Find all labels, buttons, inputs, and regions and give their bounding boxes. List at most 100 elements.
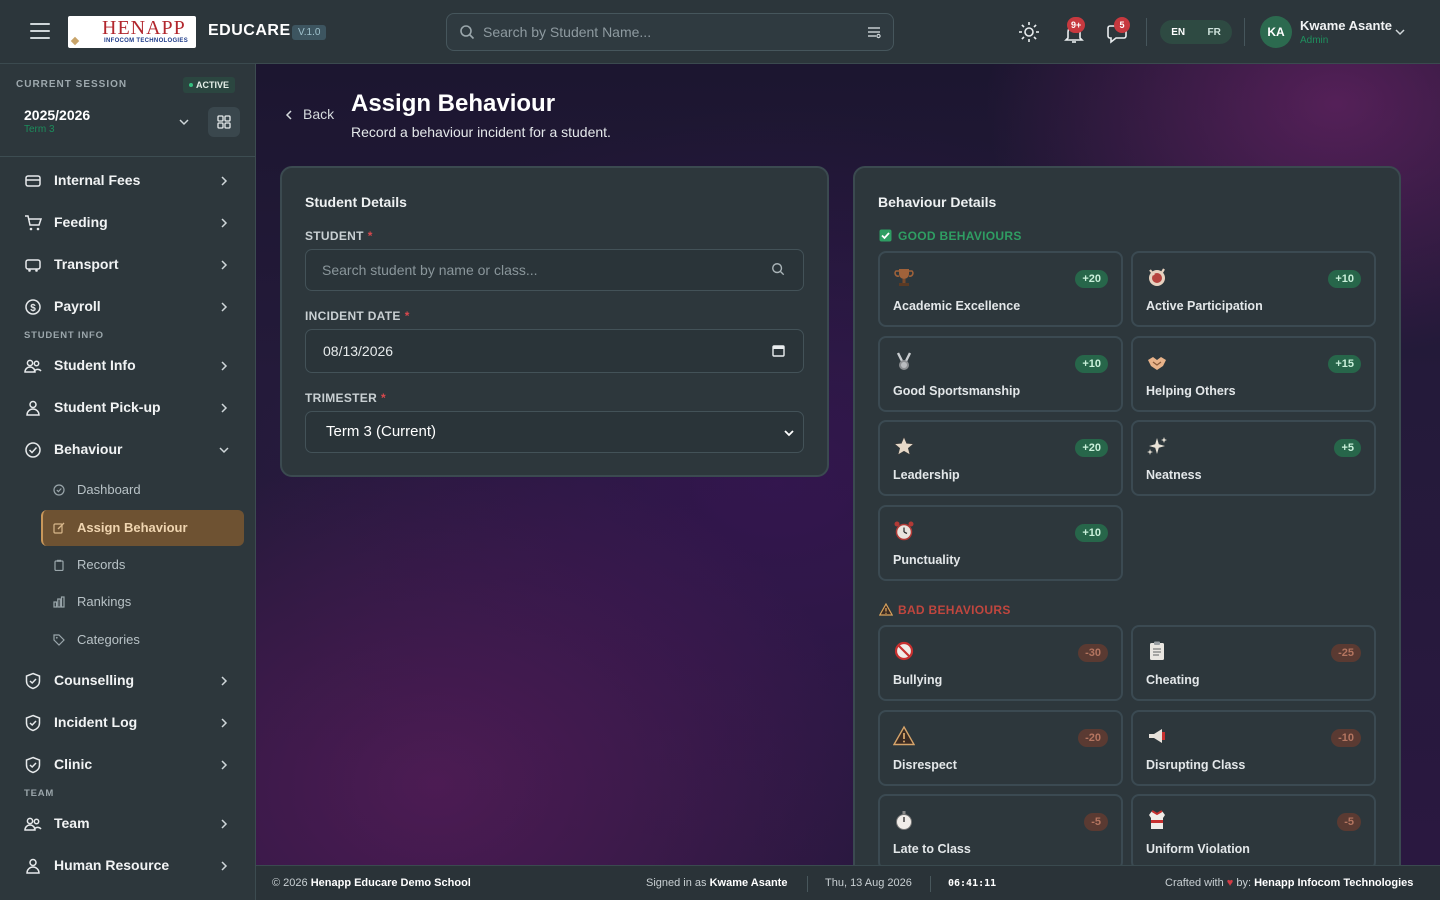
chevron-down-icon[interactable] — [1394, 26, 1406, 38]
page-subtitle: Record a behaviour incident for a studen… — [351, 124, 611, 140]
behaviour-card-late-to-class[interactable]: Late to Class -5 — [878, 794, 1123, 865]
alarm-clock-icon — [894, 521, 914, 541]
behaviour-card-disrupting-class[interactable]: Disrupting Class -10 — [1131, 710, 1376, 786]
sidebar-item-human-resource[interactable]: Human Resource — [0, 844, 255, 886]
footer-signed-in: Signed in as Kwame Asante — [646, 877, 787, 889]
chevron-down-icon — [219, 447, 229, 454]
sidebar-item-feeding[interactable]: Feeding — [0, 201, 255, 243]
points-badge: -25 — [1331, 644, 1361, 662]
sun-icon[interactable] — [1017, 20, 1041, 44]
clipboard-icon — [54, 559, 64, 571]
behaviour-name: Bullying — [893, 673, 943, 687]
chevron-right-icon — [221, 819, 228, 829]
sidebar-subitem-assign-behaviour[interactable]: Assign Behaviour — [41, 510, 244, 546]
school-name: Henapp Educare Demo School — [310, 877, 471, 889]
chevron-right-icon — [221, 403, 228, 413]
user-icon — [26, 400, 40, 416]
behaviour-card-helping-others[interactable]: Helping Others +15 — [1131, 336, 1376, 412]
check-circle-icon — [53, 484, 65, 496]
student-label: STUDENT * — [305, 229, 373, 243]
sidebar-item-label: Team — [54, 815, 90, 831]
student-search-input[interactable] — [322, 250, 762, 290]
sidebar-subitem-dashboard[interactable]: Dashboard — [41, 472, 244, 508]
check-circle-icon — [25, 442, 41, 458]
chevron-down-icon[interactable] — [178, 116, 190, 128]
behaviour-card-good-sportsmanship[interactable]: Good Sportsmanship +10 — [878, 336, 1123, 412]
sidebar-subitem-records[interactable]: Records — [41, 547, 244, 583]
sidebar-item-payroll[interactable]: $ Payroll — [0, 285, 255, 327]
behaviour-card-leadership[interactable]: Leadership +20 — [878, 420, 1123, 496]
required-mark: * — [404, 309, 410, 323]
menu-icon[interactable] — [30, 23, 50, 41]
sidebar-subitem-categories[interactable]: Categories — [41, 622, 244, 658]
behaviour-card-academic-excellence[interactable]: Academic Excellence +20 — [878, 251, 1123, 327]
edit-icon — [53, 522, 65, 534]
behaviour-name: Late to Class — [893, 842, 971, 856]
points-badge: +15 — [1328, 355, 1361, 373]
avatar[interactable]: KA — [1260, 16, 1292, 48]
footer-clock: 06:41:11 — [948, 878, 997, 889]
search-input[interactable] — [483, 14, 863, 50]
incident-date-value[interactable]: 08/13/2026 — [323, 330, 763, 370]
trimester-value: Term 3 (Current) — [326, 423, 437, 440]
session-selector: CURRENT SESSION ACTIVE 2025/2026 Term 3 — [0, 64, 255, 157]
tag-icon — [53, 634, 65, 646]
trimester-select[interactable]: Term 3 (Current) — [305, 411, 804, 453]
behaviour-name: Leadership — [893, 468, 960, 482]
sidebar-item-label: Incident Log — [54, 714, 138, 730]
users-icon — [24, 359, 42, 373]
points-badge: +5 — [1334, 439, 1361, 457]
points-badge: +10 — [1328, 270, 1361, 288]
behaviour-card-cheating[interactable]: Cheating -25 — [1131, 625, 1376, 701]
sidebar-subitem-label: Categories — [77, 632, 140, 647]
sidebar-item-student-info[interactable]: Student Info — [0, 344, 255, 386]
lang-en-button[interactable]: EN — [1171, 27, 1185, 38]
sidebar-item-transport[interactable]: Transport — [0, 243, 255, 285]
trimester-label: TRIMESTER * — [305, 391, 386, 405]
user-name[interactable]: Kwame Asante — [1300, 18, 1392, 33]
user-icon — [26, 858, 40, 874]
sidebar-subitem-rankings[interactable]: Rankings — [41, 584, 244, 620]
sidebar-item-label: Behaviour — [54, 441, 123, 457]
behaviour-card-neatness[interactable]: Neatness +5 — [1131, 420, 1376, 496]
card-title: Student Details — [305, 194, 407, 210]
apps-button[interactable] — [208, 107, 240, 137]
behaviour-card-disrespect[interactable]: Disrespect -20 — [878, 710, 1123, 786]
points-badge: -5 — [1084, 813, 1108, 831]
logo: HENAPP INFOCOM TECHNOLOGIES — [68, 16, 196, 48]
trophy-icon — [894, 269, 914, 286]
copyright-text: © 2026 — [272, 877, 308, 889]
sidebar-item-behaviour[interactable]: Behaviour — [0, 428, 255, 470]
lang-fr-button[interactable]: FR — [1207, 27, 1220, 38]
points-badge: +20 — [1075, 270, 1108, 288]
sidebar-item-team[interactable]: Team — [0, 802, 255, 844]
behaviour-card-bullying[interactable]: Bullying -30 — [878, 625, 1123, 701]
filter-icon[interactable] — [867, 25, 881, 39]
sidebar-item-incident-log[interactable]: Incident Log — [0, 701, 255, 743]
bar-chart-icon — [53, 596, 65, 608]
incident-date-field[interactable]: 08/13/2026 — [305, 329, 804, 373]
sidebar-item-label: Transport — [54, 256, 119, 272]
sidebar-item-label: Internal Fees — [54, 172, 141, 188]
behaviour-card-uniform-violation[interactable]: Uniform Violation -5 — [1131, 794, 1376, 865]
shield-icon — [25, 714, 41, 732]
svg-text:$: $ — [30, 303, 36, 314]
points-badge: +10 — [1075, 524, 1108, 542]
crafted-prefix: Crafted with — [1165, 877, 1224, 889]
star-icon — [893, 436, 915, 456]
behaviour-card-active-participation[interactable]: Active Participation +10 — [1131, 251, 1376, 327]
sidebar-item-clinic[interactable]: Clinic — [0, 743, 255, 785]
points-badge: -30 — [1078, 644, 1108, 662]
sidebar-item-internal-fees[interactable]: Internal Fees — [0, 159, 255, 201]
sidebar-item-student-pickup[interactable]: Student Pick-up — [0, 386, 255, 428]
required-mark: * — [381, 391, 387, 405]
calendar-icon[interactable] — [772, 344, 785, 357]
prohibited-icon — [894, 641, 914, 661]
behaviour-card-punctuality[interactable]: Punctuality +10 — [878, 505, 1123, 581]
sidebar-item-label: Student Pick-up — [54, 399, 161, 415]
behaviour-name: Good Sportsmanship — [893, 384, 1021, 398]
handshake-icon — [1148, 357, 1166, 370]
sidebar-item-counselling[interactable]: Counselling — [0, 659, 255, 701]
shield-icon — [25, 756, 41, 774]
session-year[interactable]: 2025/2026 — [24, 107, 90, 123]
